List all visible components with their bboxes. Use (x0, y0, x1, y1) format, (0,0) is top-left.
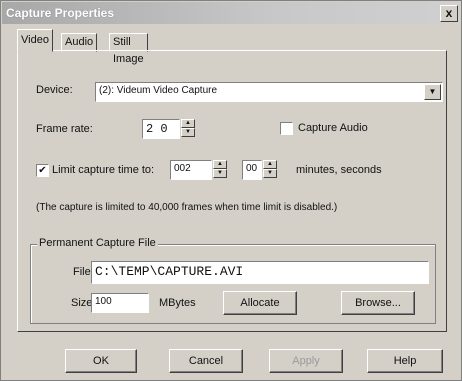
frame-rate-spinner[interactable]: ▲ ▼ (181, 119, 195, 137)
spin-up-icon[interactable]: ▲ (263, 160, 277, 169)
group-title: Permanent Capture File (37, 237, 158, 249)
device-label: Device: (36, 84, 73, 96)
device-value: (2): Videum Video Capture (99, 85, 218, 96)
window-title: Capture Properties (6, 6, 115, 20)
permanent-capture-file-group: Permanent Capture File File: C:\TEMP\CAP… (30, 237, 436, 324)
allocate-button[interactable]: Allocate (223, 291, 297, 315)
frame-rate-label: Frame rate: (36, 123, 93, 135)
device-select[interactable]: (2): Videum Video Capture ▼ (95, 82, 443, 102)
spin-up-icon[interactable]: ▲ (213, 160, 227, 169)
spin-down-icon[interactable]: ▼ (263, 169, 277, 178)
frame-rate-field[interactable]: 2 0 (142, 119, 180, 139)
limit-minutes-value: 002 (174, 163, 191, 174)
limit-seconds-spinner[interactable]: ▲ ▼ (263, 160, 277, 178)
size-field[interactable]: 100 (91, 293, 149, 313)
browse-button[interactable]: Browse... (341, 291, 415, 315)
spin-up-icon[interactable]: ▲ (181, 119, 195, 128)
limit-minutes-field[interactable]: 002 (170, 160, 212, 180)
capture-audio-label: Capture Audio (298, 122, 368, 134)
frame-rate-value: 2 0 (146, 122, 168, 136)
limit-capture-time-checkbox[interactable]: ✔ (36, 164, 49, 177)
file-path-field[interactable]: C:\TEMP\CAPTURE.AVI (91, 261, 429, 284)
chevron-down-icon[interactable]: ▼ (424, 84, 441, 100)
limit-capture-time-label: Limit capture time to: (52, 164, 155, 176)
spin-down-icon[interactable]: ▼ (213, 169, 227, 178)
cancel-button[interactable]: Cancel (169, 349, 243, 373)
limit-seconds-value: 00 (246, 163, 258, 174)
size-unit-label: MBytes (159, 297, 196, 309)
size-value: 100 (95, 296, 112, 307)
ok-button[interactable]: OK (65, 349, 137, 373)
capture-properties-dialog: Capture Properties x Video Audio Still I… (0, 0, 462, 381)
file-path-value: C:\TEMP\CAPTURE.AVI (95, 264, 244, 279)
limit-seconds-field[interactable]: 00 (242, 160, 262, 180)
video-tab-panel: Device: (2): Videum Video Capture ▼ Fram… (17, 50, 447, 332)
limit-units-label: minutes, seconds (296, 164, 382, 176)
spin-down-icon[interactable]: ▼ (181, 128, 195, 137)
frame-limit-note: (The capture is limited to 40,000 frames… (36, 202, 338, 213)
title-bar[interactable]: Capture Properties x (2, 2, 460, 24)
apply-button[interactable]: Apply (269, 349, 343, 373)
limit-minutes-spinner[interactable]: ▲ ▼ (213, 160, 227, 178)
close-button[interactable]: x (440, 5, 458, 22)
tab-video[interactable]: Video (17, 29, 53, 52)
help-button[interactable]: Help (367, 349, 443, 373)
capture-audio-checkbox[interactable] (280, 122, 293, 135)
